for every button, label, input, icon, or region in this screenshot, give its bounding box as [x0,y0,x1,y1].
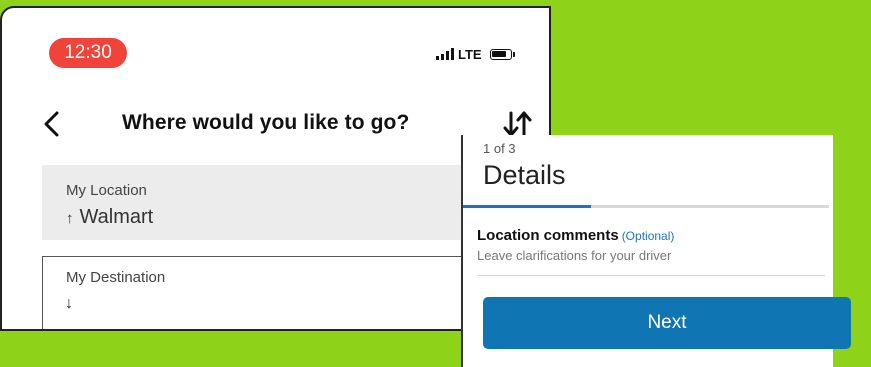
progress-fill [463,205,592,208]
origin-label: My Location [66,182,147,199]
battery-icon [489,48,515,60]
optional-tag: (Optional) [621,229,675,243]
comments-input[interactable]: Leave clarifications for your driver [477,248,671,263]
network-type: LTE [458,46,482,62]
page-title: Where would you like to go? [122,111,410,134]
progress-bar [463,205,829,208]
step-counter: 1 of 3 [483,141,516,156]
comments-input-underline [477,275,825,276]
destination-label: My Destination [66,269,166,286]
status-time: 12:30 [49,38,127,68]
comments-field-label: Location comments (Optional) [477,227,674,244]
arrow-up-icon: ↑ [66,210,74,227]
details-panel: 1 of 3 Details Location comments (Optiona… [461,135,851,367]
signal-icon [436,48,454,60]
origin-value-text: Walmart [79,206,154,228]
details-title: Details [483,160,566,190]
back-arrow-icon[interactable] [40,109,64,139]
origin-value: ↑ Walmart [66,206,153,229]
comments-label-text: Location comments [477,227,619,244]
status-indicators: LTE [436,46,515,62]
arrow-down-icon: ↓ [65,295,73,312]
next-button[interactable]: Next [483,297,851,349]
